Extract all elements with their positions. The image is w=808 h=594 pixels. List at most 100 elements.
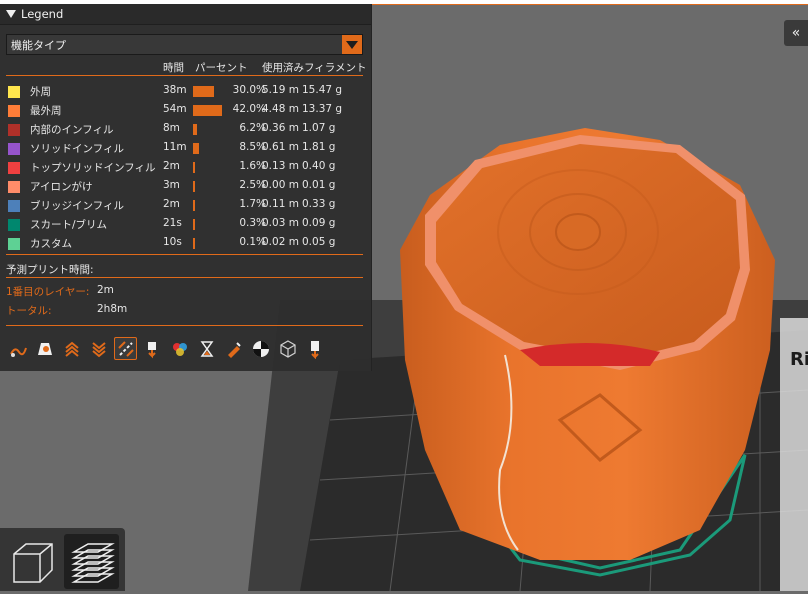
custom-gcode-icon — [227, 341, 241, 358]
view-type-select[interactable]: 機能タイプ — [6, 34, 363, 55]
legend-row[interactable]: ブリッジインフィル 2m 1.7% 0.11 m 0.33 g — [0, 196, 371, 215]
color-swatch — [8, 105, 20, 117]
estimated-print-time-title: 予測プリント時間: — [6, 264, 94, 276]
feature-weight: 0.33 g — [302, 198, 336, 210]
feature-time: 21s — [163, 217, 182, 229]
pause-prints-toggle[interactable] — [195, 337, 218, 360]
percent-bar — [193, 86, 214, 97]
color-changes-icon — [172, 342, 187, 356]
feature-name: トップソリッドインフィル — [30, 162, 156, 174]
feature-length: 0.61 m — [262, 141, 299, 153]
color-swatch — [8, 143, 20, 155]
percent-bar — [193, 162, 195, 173]
legend-row[interactable]: トップソリッドインフィル 2m 1.6% 0.13 m 0.40 g — [0, 158, 371, 177]
feature-length: 5.19 m — [262, 84, 299, 96]
percent-bar — [193, 105, 222, 116]
center-of-gravity-toggle[interactable] — [249, 337, 272, 360]
bed-label: Ri — [790, 349, 808, 370]
percent-bar — [193, 124, 197, 135]
color-swatch — [8, 124, 20, 136]
feature-length: 0.02 m — [262, 236, 299, 248]
feature-time: 54m — [163, 103, 187, 115]
retractions-icon — [64, 341, 79, 357]
color-changes-toggle[interactable] — [168, 337, 191, 360]
cube-outline-icon — [279, 339, 296, 358]
color-swatch — [8, 181, 20, 193]
color-swatch — [8, 162, 20, 174]
total-label: トータル: — [6, 305, 52, 317]
legend-row[interactable]: アイロンがけ 3m 2.5% 0.00 m 0.01 g — [0, 177, 371, 196]
total-value: 2h8m — [97, 303, 128, 315]
view-type-value: 機能タイプ — [11, 38, 66, 52]
wipe-icon — [37, 342, 52, 355]
feature-name: 外周 — [30, 86, 51, 98]
collapse-sidebar-button[interactable]: « — [784, 20, 808, 46]
column-time: 時間 — [163, 62, 184, 74]
color-swatch — [8, 238, 20, 250]
tool-marker-icon — [310, 340, 319, 359]
header-divider — [6, 75, 363, 76]
first-layer-label: 1番目のレイヤー: — [6, 286, 90, 298]
wipe-toggle[interactable] — [33, 337, 56, 360]
feature-percent: 6.2% — [239, 122, 266, 134]
preview-view-button[interactable] — [64, 534, 119, 589]
percent-bar — [193, 219, 195, 230]
feature-time: 10s — [163, 236, 182, 248]
retractions-toggle[interactable] — [60, 337, 83, 360]
tool-changes-icon — [147, 341, 156, 358]
color-swatch — [8, 200, 20, 212]
feature-percent: 0.3% — [239, 217, 266, 229]
first-layer-value: 2m — [97, 284, 114, 296]
legend-row[interactable]: ソリッドインフィル 11m 8.5% 0.61 m 1.81 g — [0, 139, 371, 158]
column-percent: パーセント — [195, 62, 248, 74]
legend-row[interactable]: 内部のインフィル 8m 6.2% 0.36 m 1.07 g — [0, 120, 371, 139]
legend-row[interactable]: カスタム 10s 0.1% 0.02 m 0.05 g — [0, 234, 371, 253]
total-time-row: トータル: 2h8m — [6, 303, 127, 318]
feature-percent: 42.0% — [232, 103, 266, 115]
legend-row[interactable]: 外周 38m 30.0% 5.19 m 15.47 g — [0, 82, 371, 101]
percent-bar — [193, 143, 199, 154]
feature-name: 内部のインフィル — [30, 124, 114, 136]
feature-weight: 0.09 g — [302, 217, 336, 229]
percent-bar — [193, 200, 195, 211]
legend-row[interactable]: 最外周 54m 42.0% 4.48 m 13.37 g — [0, 101, 371, 120]
feature-percent: 1.7% — [239, 198, 266, 210]
3d-view-button[interactable] — [4, 534, 59, 589]
shells-toggle[interactable] — [276, 337, 299, 360]
estimate-title-divider — [6, 277, 363, 278]
feature-time: 11m — [163, 141, 187, 153]
legend-header[interactable]: Legend — [0, 4, 371, 25]
feature-length: 0.13 m — [262, 160, 299, 172]
percent-bar — [193, 238, 195, 249]
deretractions-toggle[interactable] — [87, 337, 110, 360]
color-swatch — [8, 86, 20, 98]
feature-percent: 8.5% — [239, 141, 266, 153]
feature-name: カスタム — [30, 238, 72, 250]
percent-bar — [193, 181, 195, 192]
collapse-triangle-icon — [6, 10, 16, 18]
feature-time: 3m — [163, 179, 180, 191]
dropdown-arrow-button[interactable] — [342, 35, 362, 54]
travel-toggle[interactable] — [6, 337, 29, 360]
feature-percent: 0.1% — [239, 236, 266, 248]
feature-length: 0.36 m — [262, 122, 299, 134]
deretractions-icon — [91, 341, 106, 357]
seams-icon — [117, 340, 134, 357]
tool-changes-toggle[interactable] — [141, 337, 164, 360]
legend-row[interactable]: スカート/ブリム 21s 0.3% 0.03 m 0.09 g — [0, 215, 371, 234]
tool-marker-toggle[interactable] — [303, 337, 326, 360]
hourglass-icon — [200, 340, 213, 357]
seams-toggle[interactable] — [114, 337, 137, 360]
chevron-down-icon — [346, 40, 358, 49]
column-filament: 使用済みフィラメント — [262, 62, 367, 74]
feature-weight: 13.37 g — [302, 103, 343, 115]
color-swatch — [8, 219, 20, 231]
feature-name: ソリッドインフィル — [30, 143, 124, 155]
legend-column-headers: 時間 パーセント 使用済みフィラメント — [0, 60, 371, 74]
feature-weight: 0.05 g — [302, 236, 336, 248]
custom-gcodes-toggle[interactable] — [222, 337, 245, 360]
feature-name: 最外周 — [30, 105, 62, 117]
chevrons-left-icon: « — [791, 25, 801, 41]
legend-options-toolbar — [6, 337, 326, 363]
feature-length: 4.48 m — [262, 103, 299, 115]
